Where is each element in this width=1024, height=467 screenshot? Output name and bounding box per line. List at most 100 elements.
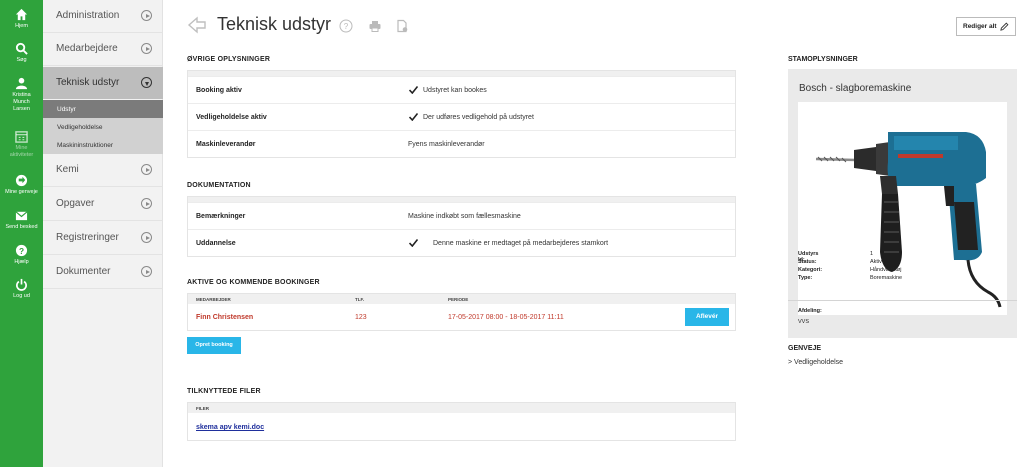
nav-item-medarbejdere[interactable]: Medarbejdere xyxy=(43,33,163,66)
rail-activities-line-2: aktiviteter xyxy=(9,152,34,158)
rail-logout[interactable]: Log ud xyxy=(0,278,43,300)
info-key: Booking aktiv xyxy=(196,87,242,94)
nav-item-opgaver[interactable]: Opgaver xyxy=(43,188,163,221)
section-title-filer: TILKNYTTEDE FILER xyxy=(187,388,261,395)
edit-all-button[interactable]: Rediger alt xyxy=(956,17,1016,36)
chevron-right-icon xyxy=(141,266,152,277)
app-rail: Hjem Søg Kristina Munch Larsen Mine akti… xyxy=(0,0,43,467)
checkmark-icon xyxy=(409,86,418,94)
bookinger-table: MEDARBEJDER TLF. PERIODE Finn Christense… xyxy=(187,293,736,331)
table-header: FILER xyxy=(188,403,735,413)
section-title-dokumentation: DOKUMENTATION xyxy=(187,182,251,189)
info-value: Udstyret kan bookes xyxy=(423,87,487,94)
info-value: Fyens maskinleverandør xyxy=(408,141,485,148)
info-value: Maskine indkøbt som fællesmaskine xyxy=(408,213,521,220)
prop-value: Aktiv xyxy=(870,259,882,265)
user-icon xyxy=(15,77,28,90)
rail-search-label: Søg xyxy=(16,57,27,63)
column-header-medarbejder: MEDARBEJDER xyxy=(196,297,231,302)
info-value: Denne maskine er medtaget på medarbejder… xyxy=(433,240,609,247)
shortcut-link-vedligeholdelse[interactable]: > Vedligeholdelse xyxy=(788,359,843,366)
help-icon: ? xyxy=(15,244,28,257)
nav-item-dokumenter[interactable]: Dokumenter xyxy=(43,256,163,289)
back-arrow-icon[interactable] xyxy=(187,15,207,35)
chevron-right-icon xyxy=(141,198,152,209)
column-header-filer: FILER xyxy=(196,406,209,411)
rail-help[interactable]: ? Hjælp xyxy=(0,244,43,266)
info-row: Maskinleverandør Fyens maskinleverandør xyxy=(188,130,735,157)
info-row: Vedligeholdelse aktiv Der udføres vedlig… xyxy=(188,103,735,130)
chevron-right-icon xyxy=(141,10,152,21)
info-value: Der udføres vedligehold på udstyret xyxy=(423,114,534,121)
equipment-name: Bosch - slagboremaskine xyxy=(799,83,912,94)
info-row: Bemærkninger Maskine indkøbt som fællesm… xyxy=(188,202,735,229)
edit-all-label: Rediger alt xyxy=(963,23,997,30)
nav-item-label: Opgaver xyxy=(56,198,95,209)
rail-user-line-2: Munch xyxy=(13,99,30,105)
nav-item-label: Registreringer xyxy=(56,232,119,243)
nav-sub-vedligeholdelse[interactable]: Vedligeholdelse xyxy=(43,118,163,136)
print-icon[interactable] xyxy=(368,19,382,33)
nav-item-administration[interactable]: Administration xyxy=(43,0,163,33)
ovrige-panel: Booking aktiv Udstyret kan bookes Vedlig… xyxy=(187,70,736,158)
svg-text:?: ? xyxy=(344,22,349,31)
checkmark-icon xyxy=(409,239,418,247)
rail-user-line-3: Larsen xyxy=(13,106,30,112)
page-title: Teknisk udstyr xyxy=(217,14,332,34)
equipment-photo xyxy=(798,102,1007,315)
divider xyxy=(788,300,1017,301)
booking-phone: 123 xyxy=(355,314,367,321)
checkmark-icon xyxy=(409,113,418,121)
prop-key: Kategori: xyxy=(798,267,823,273)
drill-image xyxy=(815,132,1002,308)
aflever-button[interactable]: Aflevér xyxy=(685,308,729,326)
rail-home-label: Hjem xyxy=(15,23,28,29)
booking-period: 17-05-2017 08:00 - 18-05-2017 11:11 xyxy=(448,314,564,321)
column-header-tlf: TLF. xyxy=(355,297,364,302)
nav-item-label: Medarbejdere xyxy=(56,43,118,54)
prop-value: Boremaskine xyxy=(870,275,903,281)
afdeling-label: Afdeling: xyxy=(798,308,822,314)
rail-message[interactable]: Send besked xyxy=(0,209,43,231)
equipment-card: Bosch - slagboremaskine Udstyrs Id: 1 St… xyxy=(788,69,1017,338)
document-settings-icon[interactable] xyxy=(395,19,409,33)
help-circle-icon[interactable]: ? xyxy=(339,19,353,33)
nav-item-teknisk-udstyr[interactable]: Teknisk udstyr xyxy=(43,67,163,99)
rail-shortcuts[interactable]: Mine genveje xyxy=(0,174,43,196)
nav-sub-udstyr[interactable]: Udstyr xyxy=(43,100,163,118)
chevron-right-icon xyxy=(141,43,152,54)
chevron-right-icon xyxy=(141,232,152,243)
info-row: Uddannelse Denne maskine er medtaget på … xyxy=(188,229,735,256)
rail-activities-line-1: Mine xyxy=(15,145,28,151)
section-title-bookinger: AKTIVE OG KOMMENDE BOOKINGER xyxy=(187,279,320,286)
nav-sub-maskininstruktioner[interactable]: Maskininstruktioner xyxy=(43,136,163,154)
rail-home[interactable]: Hjem xyxy=(0,8,43,30)
nav-item-label: Administration xyxy=(56,10,120,21)
shortcut-icon xyxy=(15,174,28,187)
dokumentation-panel: Bemærkninger Maskine indkøbt som fællesm… xyxy=(187,196,736,257)
rail-help-label: Hjælp xyxy=(14,259,29,265)
file-link[interactable]: skema apv kemi.doc xyxy=(196,424,264,431)
prop-key: Status: xyxy=(798,259,817,265)
rail-logout-label: Log ud xyxy=(13,293,30,299)
home-icon xyxy=(15,8,28,21)
rail-user[interactable]: Kristina Munch Larsen xyxy=(0,77,43,113)
rail-shortcuts-label: Mine genveje xyxy=(5,189,38,195)
info-key: Maskinleverandør xyxy=(196,141,256,148)
section-title-ovrige: ØVRIGE OPLYSNINGER xyxy=(187,56,271,63)
rail-search[interactable]: Søg xyxy=(0,42,43,64)
section-title-genveje: GENVEJE xyxy=(788,345,822,352)
rail-activities[interactable]: Mine aktiviteter xyxy=(0,130,43,159)
prop-value: 1 xyxy=(870,251,874,257)
info-key: Vedligeholdelse aktiv xyxy=(196,114,267,121)
nav-item-label: Dokumenter xyxy=(56,266,111,277)
nav-item-registreringer[interactable]: Registreringer xyxy=(43,222,163,255)
table-header: MEDARBEJDER TLF. PERIODE xyxy=(188,294,735,304)
section-title-stamdata: STAMOPLYSNINGER xyxy=(788,56,858,63)
booking-employee: Finn Christensen xyxy=(196,314,254,321)
nav-item-kemi[interactable]: Kemi xyxy=(43,154,163,187)
files-table: FILER skema apv kemi.doc xyxy=(187,402,736,441)
search-icon xyxy=(15,42,28,55)
create-booking-button[interactable]: Opret booking xyxy=(187,337,241,354)
pencil-icon xyxy=(1000,22,1009,31)
